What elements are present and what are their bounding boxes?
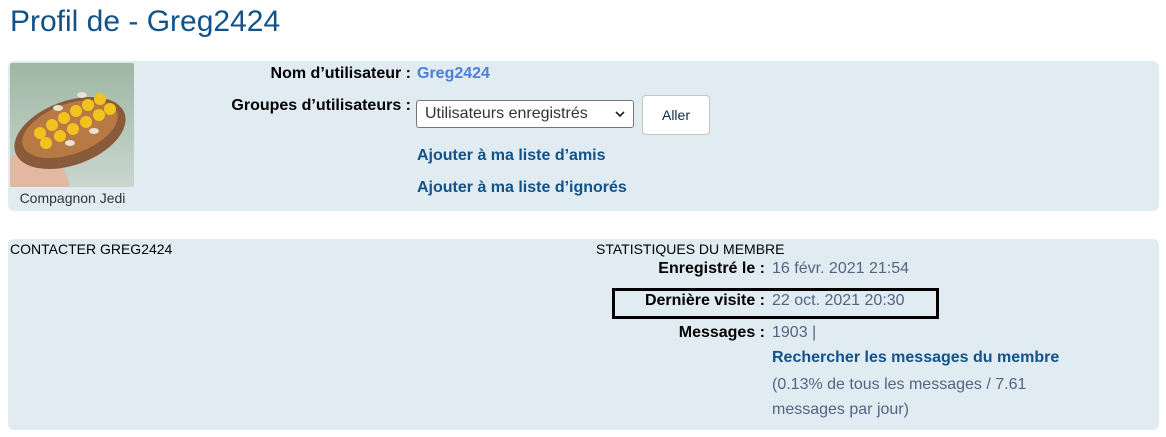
username-label: Nom d’utilisateur : bbox=[270, 65, 411, 82]
go-button[interactable]: Aller bbox=[642, 95, 710, 135]
user-groups-label: Groupes d’utilisateurs : bbox=[231, 97, 411, 114]
avatar-block: Compagnon Jedi bbox=[10, 63, 135, 206]
chevron-down-icon bbox=[614, 101, 626, 136]
add-friend-link[interactable]: Ajouter à ma liste d’amis bbox=[417, 147, 606, 165]
username-link[interactable]: Greg2424 bbox=[417, 65, 490, 83]
user-rank: Compagnon Jedi bbox=[19, 190, 126, 206]
profile-panel: Compagnon Jedi Nom d’utilisateur : Greg2… bbox=[8, 61, 1159, 211]
profile-page: Profil de - Greg2424 Compagnon Jedi Nom … bbox=[0, 0, 1166, 437]
avatar-image bbox=[10, 63, 134, 187]
add-foe-link[interactable]: Ajouter à ma liste d’ignorés bbox=[417, 179, 627, 197]
last-visit-value: 22 oct. 2021 20:30 bbox=[772, 292, 905, 309]
registered-value: 16 févr. 2021 21:54 bbox=[772, 260, 909, 277]
last-visit-label: Dernière visite : bbox=[644, 292, 765, 309]
posts-count: 1903 | bbox=[772, 324, 817, 341]
posts-detail: (0.13% de tous les messages / 7.61 messa… bbox=[772, 376, 1027, 418]
user-groups-select[interactable]: Utilisateurs enregistrés bbox=[416, 100, 634, 128]
contact-heading: CONTACTER GREG2424 bbox=[10, 241, 173, 257]
stats-heading: STATISTIQUES DU MEMBRE bbox=[596, 241, 785, 257]
member-info-panel: CONTACTER GREG2424 STATISTIQUES DU MEMBR… bbox=[8, 239, 1159, 430]
avatar bbox=[10, 63, 134, 187]
posts-label: Messages : bbox=[678, 324, 765, 341]
search-user-posts-link[interactable]: Rechercher les messages du membre bbox=[772, 349, 1059, 367]
registered-label: Enregistré le : bbox=[658, 260, 765, 277]
page-title: Profil de - Greg2424 bbox=[10, 5, 281, 38]
user-groups-selected: Utilisateurs enregistrés bbox=[425, 105, 588, 122]
